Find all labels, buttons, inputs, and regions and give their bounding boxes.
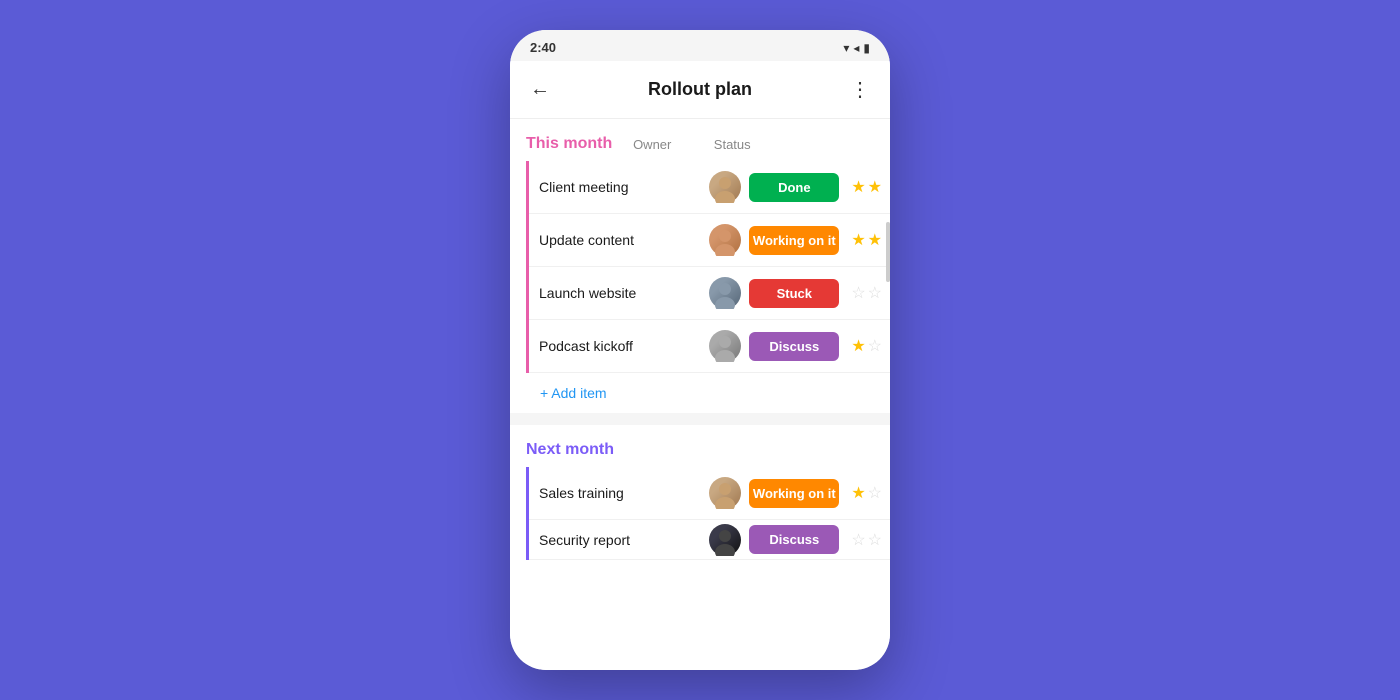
more-menu-button[interactable]: ⋮ xyxy=(846,73,874,106)
stars: ☆ ☆ xyxy=(851,530,882,550)
battery-icon: ▮ xyxy=(863,41,870,55)
star-1[interactable]: ☆ xyxy=(851,530,865,550)
status-badge[interactable]: Working on it xyxy=(749,226,839,255)
section-next-month: Next month Sales training Working on it … xyxy=(510,425,890,560)
table-row[interactable]: Client meeting Done ★ ★ xyxy=(529,161,890,214)
stars: ★ ★ xyxy=(851,230,882,250)
star-1[interactable]: ★ xyxy=(851,177,865,197)
add-item-button[interactable]: + Add item xyxy=(510,373,623,413)
task-name: Sales training xyxy=(539,485,701,501)
signal-icon: ◂ xyxy=(853,41,859,55)
status-badge[interactable]: Working on it xyxy=(749,479,839,508)
table-row[interactable]: Security report Discuss ☆ ☆ xyxy=(529,520,890,560)
star-1[interactable]: ★ xyxy=(851,336,865,356)
table-row[interactable]: Podcast kickoff Discuss ★ ☆ xyxy=(529,320,890,373)
page-title: Rollout plan xyxy=(648,79,752,100)
task-name: Client meeting xyxy=(539,179,701,195)
stars: ★ ★ xyxy=(851,177,882,197)
star-2[interactable]: ★ xyxy=(868,230,882,250)
status-time: 2:40 xyxy=(530,40,556,55)
status-icons: ▾ ◂ ▮ xyxy=(843,41,870,55)
next-month-rows: Sales training Working on it ★ ☆ xyxy=(526,467,890,560)
owner-column-label: Owner xyxy=(632,137,672,152)
star-2[interactable]: ☆ xyxy=(868,336,882,356)
star-1[interactable]: ☆ xyxy=(851,283,865,303)
scroll-indicator xyxy=(886,222,890,282)
avatar xyxy=(709,477,741,509)
status-badge[interactable]: Discuss xyxy=(749,332,839,361)
task-name: Security report xyxy=(539,532,701,548)
stars: ★ ☆ xyxy=(851,336,882,356)
content-area: This month Owner Status Client meeting D… xyxy=(510,119,890,670)
stars: ☆ ☆ xyxy=(851,283,882,303)
stars: ★ ☆ xyxy=(851,483,882,503)
task-name: Podcast kickoff xyxy=(539,338,701,354)
section-this-month-header: This month Owner Status xyxy=(510,119,890,161)
phone-frame: 2:40 ▾ ◂ ▮ ← Rollout plan ⋮ This month O… xyxy=(510,30,890,670)
avatar xyxy=(709,277,741,309)
status-bar: 2:40 ▾ ◂ ▮ xyxy=(510,30,890,61)
section-next-month-header: Next month xyxy=(510,425,890,467)
wifi-icon: ▾ xyxy=(843,41,849,55)
table-row[interactable]: Update content Working on it ★ ★ xyxy=(529,214,890,267)
status-badge[interactable]: Stuck xyxy=(749,279,839,308)
avatar xyxy=(709,171,741,203)
app-header: ← Rollout plan ⋮ xyxy=(510,61,890,119)
status-column-label: Status xyxy=(692,137,772,152)
status-badge[interactable]: Discuss xyxy=(749,525,839,554)
task-name: Update content xyxy=(539,232,701,248)
star-1[interactable]: ★ xyxy=(851,483,865,503)
avatar xyxy=(709,224,741,256)
section-this-month-title: This month xyxy=(526,135,612,153)
star-2[interactable]: ☆ xyxy=(868,530,882,550)
avatar xyxy=(709,524,741,556)
section-this-month: This month Owner Status Client meeting D… xyxy=(510,119,890,413)
task-name: Launch website xyxy=(539,285,701,301)
star-2[interactable]: ☆ xyxy=(868,283,882,303)
star-2[interactable]: ★ xyxy=(868,177,882,197)
star-1[interactable]: ★ xyxy=(851,230,865,250)
status-badge[interactable]: Done xyxy=(749,173,839,202)
this-month-rows: Client meeting Done ★ ★ Upda xyxy=(526,161,890,373)
star-2[interactable]: ☆ xyxy=(868,483,882,503)
avatar xyxy=(709,330,741,362)
section-next-month-title: Next month xyxy=(526,441,614,459)
section-divider xyxy=(510,413,890,425)
back-button[interactable]: ← xyxy=(526,74,554,105)
table-row[interactable]: Launch website Stuck ☆ ☆ xyxy=(529,267,890,320)
table-row[interactable]: Sales training Working on it ★ ☆ xyxy=(529,467,890,520)
